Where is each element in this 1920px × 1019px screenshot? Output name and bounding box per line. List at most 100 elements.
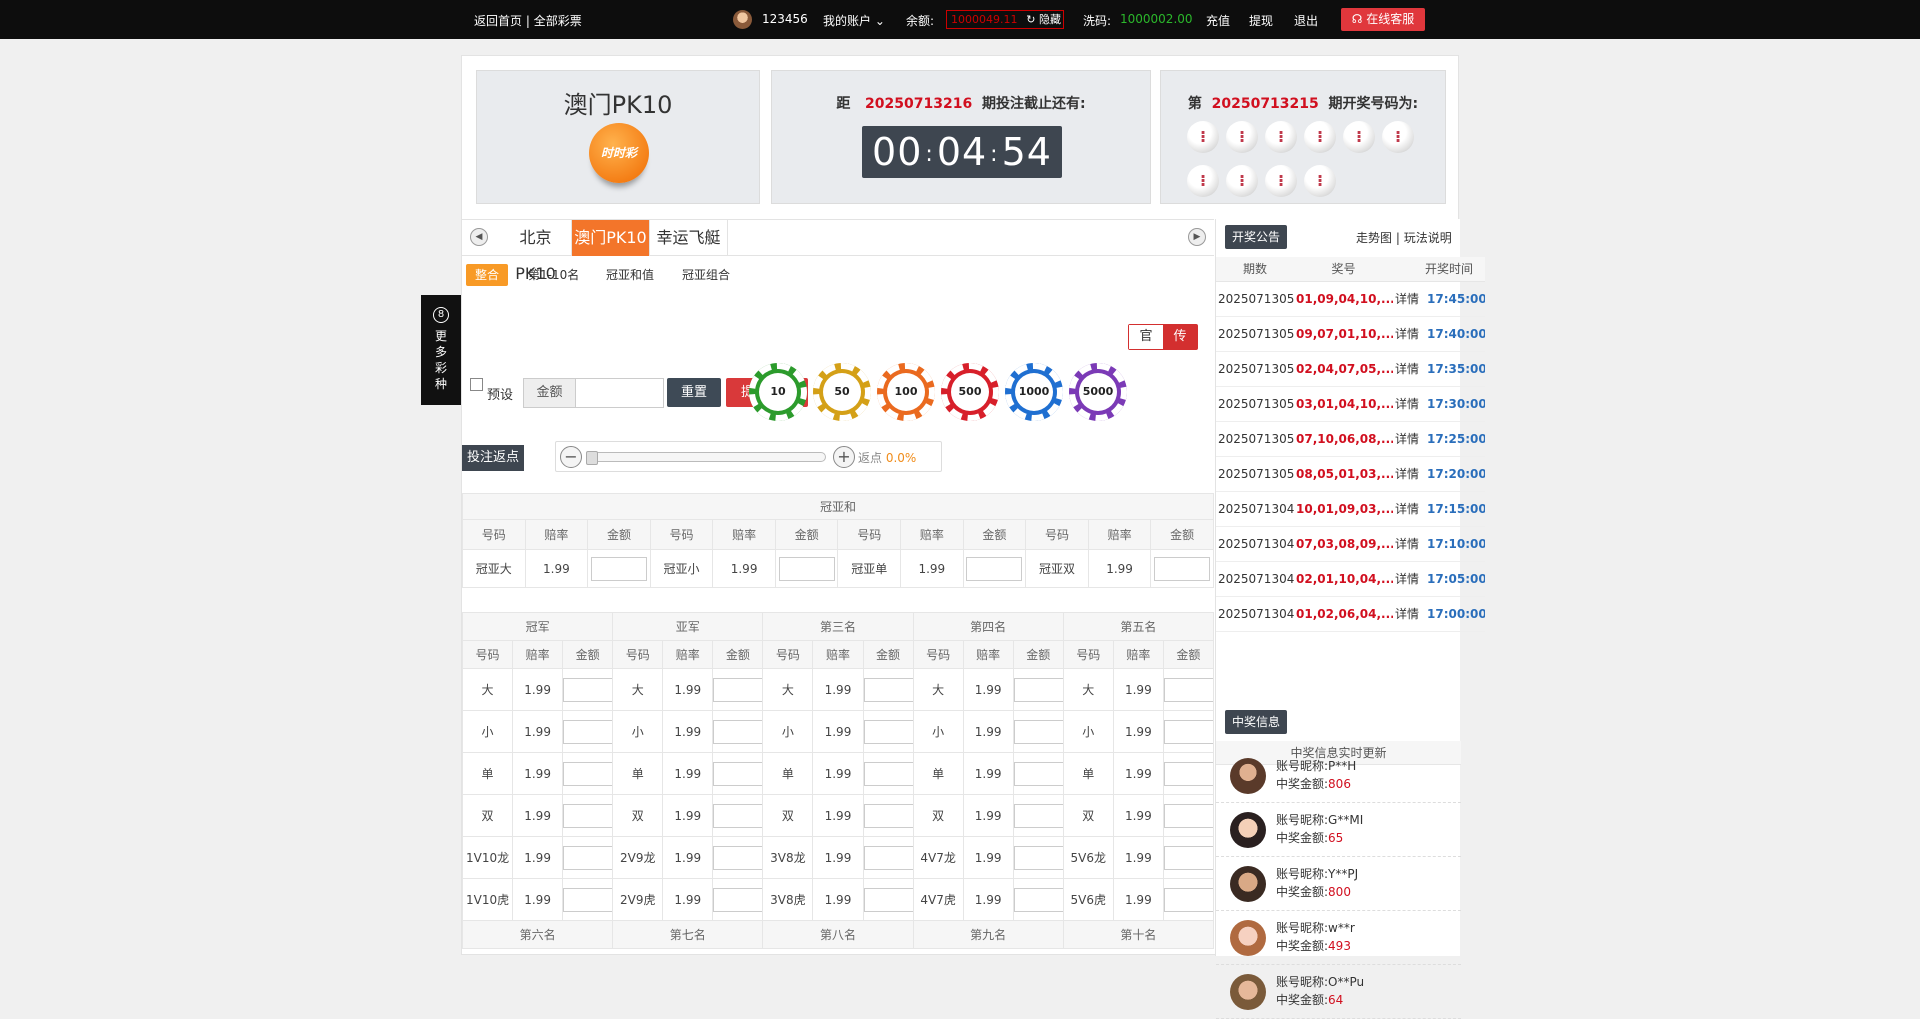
amount-label: 中奖金额: [1276,777,1329,791]
bet-amount-input[interactable] [864,845,913,870]
bet-amount-input[interactable] [590,556,647,581]
bet-amount-input[interactable] [778,556,835,581]
bet-amount-input[interactable] [1154,556,1211,581]
result-detail-link[interactable]: 详情 [1393,316,1425,352]
positions-title-row: 冠军 亚军 第三名 第四名 第五名 [461,612,1215,641]
bet-amount-input[interactable] [563,845,612,870]
result-detail-link[interactable]: 详情 [1393,421,1425,457]
my-account-menu[interactable]: 我的账户 ⌄ [823,12,885,29]
bet-amount-input[interactable] [563,719,612,744]
chip-5000[interactable]: 5000 [1069,363,1127,421]
bet-amount-input[interactable] [1164,761,1213,786]
bet-amount-input[interactable] [1164,803,1213,828]
bet-amount-input[interactable] [966,556,1023,581]
bet-amount-input[interactable] [864,677,913,702]
result-detail-link[interactable]: 详情 [1393,456,1425,492]
bet-amount-input[interactable] [563,761,612,786]
bet-amount-input[interactable] [563,887,612,912]
chip-10[interactable]: 10 [749,363,807,421]
countdown-issue: 20250713216 [865,96,973,112]
bet-amount-input[interactable] [864,719,913,744]
bet-amount-input[interactable] [1164,887,1213,912]
home-link[interactable]: 返回首页 [474,14,522,28]
bet-amount-input[interactable] [713,719,762,744]
bet-amount-input[interactable] [1014,761,1063,786]
bet-amount-input[interactable] [864,761,913,786]
result-detail-link[interactable]: 详情 [1393,386,1425,422]
slider-handle[interactable] [586,451,598,465]
bet-amount-input[interactable] [1164,845,1213,870]
withdraw-link[interactable]: 提现 [1249,12,1273,29]
bet-amount-input[interactable] [1014,677,1063,702]
preset-label: 预设 [487,388,514,403]
subtab-champ-combo[interactable]: 冠亚组合 [682,264,730,286]
bet-amount-input[interactable] [563,677,612,702]
bet-amount-input[interactable] [713,761,762,786]
table-row: 1V10龙 1.99 2V9龙 1.99 3V8龙 1.99 4V7龙 1.99 5V6龙 1.9… [461,836,1215,879]
links-separator: | [1395,231,1400,245]
tab-lucky-airship[interactable]: 幸运飞艇 [650,220,728,256]
logout-link[interactable]: 退出 [1294,12,1318,29]
hide-balance-button[interactable]: ↻ 隐藏 [1026,11,1061,28]
amount-label: 中奖金额: [1276,831,1329,845]
subtab-champ-sum[interactable]: 冠亚和值 [606,264,654,286]
result-detail-link[interactable]: 详情 [1393,351,1425,387]
bet-amount-input[interactable] [563,803,612,828]
winner-amount: 64 [1328,993,1344,1007]
bet-amount-cell [1162,752,1215,795]
bet-name: 大 [1062,668,1114,711]
draw-result-panel: 第 20250713215 期开奖号码为: ⁝ ⁝ ⁝ ⁝ ⁝ ⁝⁝ ⁝ ⁝ ⁝ [1160,70,1446,204]
bet-name: 双 [461,794,514,837]
reset-button[interactable]: 重置 [667,378,721,407]
subtab-positions[interactable]: 第1-10名 [528,264,579,286]
pending-ball-icon: ⁝ [1265,165,1297,197]
chip-50[interactable]: 50 [813,363,871,421]
rules-link[interactable]: 玩法说明 [1404,231,1452,245]
header-cell: 金额 [712,640,764,669]
bet-odds: 1.99 [812,794,864,837]
result-numbers: 10,01,09,03,... [1294,491,1393,527]
bet-amount-input[interactable] [1164,677,1213,702]
subtab-integrated[interactable]: 整合 [466,264,509,286]
bet-amount-input[interactable] [1014,803,1063,828]
bet-amount-input[interactable] [713,803,762,828]
chip-100[interactable]: 100 [877,363,935,421]
chip-1000[interactable]: 1000 [1005,363,1063,421]
bet-name: 2V9龙 [612,836,664,879]
online-service-button[interactable]: ☊ 在线客服 [1341,8,1425,31]
table-row: 单 1.99 单 1.99 单 1.99 单 1.99 单 1.99 [461,752,1215,795]
prev-arrow-icon[interactable]: ◀ [470,228,488,246]
result-numbers: 07,10,06,08,... [1294,421,1393,457]
tab-beijing-pk10[interactable]: 北京PK10 [500,220,572,283]
official-mode-button[interactable]: 官 [1129,325,1163,349]
result-detail-link[interactable]: 详情 [1393,526,1425,562]
bet-amount-input[interactable] [1164,719,1213,744]
preset-checkbox[interactable] [470,378,483,391]
minus-icon[interactable]: − [560,446,582,468]
result-detail-link[interactable]: 详情 [1393,491,1425,527]
bet-amount-input[interactable] [713,845,762,870]
result-detail-link[interactable]: 详情 [1393,561,1425,597]
bet-amount-input[interactable] [713,887,762,912]
result-detail-link[interactable]: 详情 [1393,281,1425,317]
bet-amount-input[interactable] [713,677,762,702]
countdown-minutes: 04 [936,130,988,174]
more-lottery-float[interactable]: 8 更多彩种 [421,295,461,405]
amount-input[interactable] [577,379,663,407]
traditional-mode-button[interactable]: 传 [1163,325,1197,349]
bet-amount-input[interactable] [1014,845,1063,870]
bet-amount-input[interactable] [1014,887,1063,912]
result-detail-link[interactable]: 详情 [1393,596,1425,632]
all-lottery-link[interactable]: 全部彩票 [534,14,582,28]
recharge-link[interactable]: 充值 [1206,12,1230,29]
bet-amount-input[interactable] [864,803,913,828]
bet-amount-input[interactable] [1014,719,1063,744]
slider-track[interactable] [586,451,826,465]
next-arrow-icon[interactable]: ▶ [1188,228,1206,246]
tab-macau-pk10[interactable]: 澳门PK10 [572,220,650,256]
trend-link[interactable]: 走势图 [1356,231,1392,245]
bet-amount-input[interactable] [864,887,913,912]
header-cell: 号码 [912,640,964,669]
plus-icon[interactable]: + [833,446,855,468]
chip-500[interactable]: 500 [941,363,999,421]
